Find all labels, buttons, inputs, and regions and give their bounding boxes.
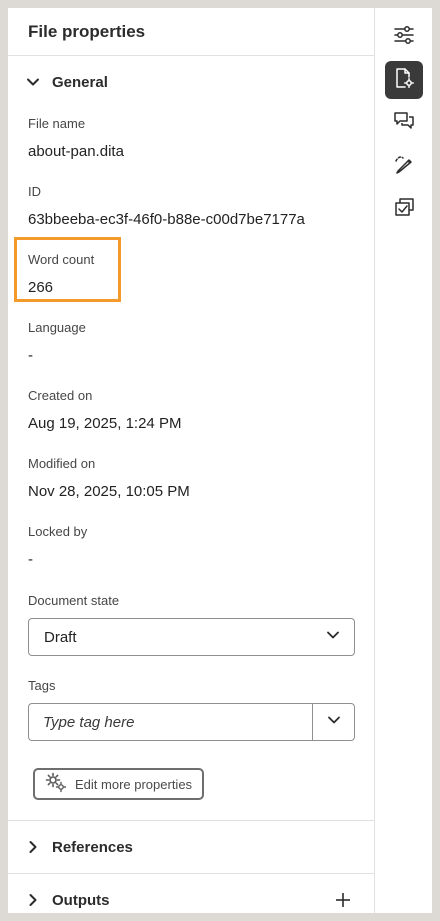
comments-button[interactable] (385, 104, 423, 142)
field-word-count: Word count 266 (28, 251, 354, 298)
modified-on-label: Modified on (28, 456, 96, 471)
word-count-value: 266 (28, 279, 54, 296)
field-language: Language - (28, 319, 354, 366)
settings-sliders-icon (393, 24, 415, 51)
file-properties-icon (393, 67, 415, 94)
general-section-body: File name about-pan.dita ID 63bbeeba-ec3… (8, 115, 374, 800)
field-file-name: File name about-pan.dita (28, 115, 354, 162)
locked-by-label: Locked by (28, 524, 88, 539)
field-modified-on: Modified on Nov 28, 2025, 10:05 PM (28, 455, 354, 502)
tags-dropdown-button[interactable] (312, 704, 354, 740)
field-created-on: Created on Aug 19, 2025, 1:24 PM (28, 387, 354, 434)
language-value: - (28, 347, 33, 364)
versions-check-icon (393, 196, 415, 223)
settings-sliders-button[interactable] (385, 18, 423, 56)
field-id: ID 63bbeeba-ec3f-46f0-b88e-c00d7be7177a (28, 183, 354, 230)
section-references-toggle[interactable]: References (8, 821, 374, 873)
section-general-toggle[interactable]: General (8, 56, 374, 108)
chevron-down-icon (26, 75, 40, 89)
gears-icon (45, 771, 67, 798)
tags-label: Tags (28, 678, 56, 693)
locked-by-value: - (28, 551, 33, 568)
modified-on-value: Nov 28, 2025, 10:05 PM (28, 483, 190, 500)
document-state-select[interactable]: Draft (28, 618, 355, 656)
panel-title: File properties (28, 21, 146, 41)
tags-input[interactable] (29, 704, 312, 740)
field-locked-by: Locked by - (28, 523, 354, 570)
file-properties-panel: File properties General File name about-… (8, 8, 375, 913)
section-outputs-label: Outputs (52, 891, 110, 909)
add-output-icon[interactable] (334, 891, 352, 909)
document-state-value: Draft (44, 628, 77, 646)
edit-more-properties-button[interactable]: Edit more properties (33, 768, 204, 800)
edit-more-properties-label: Edit more properties (75, 776, 193, 792)
id-value: 63bbeeba-ec3f-46f0-b88e-c00d7be7177a (28, 211, 305, 228)
versions-check-button[interactable] (385, 190, 423, 228)
review-pen-button[interactable] (385, 147, 423, 185)
chevron-down-icon (327, 713, 341, 732)
created-on-value: Aug 19, 2025, 1:24 PM (28, 415, 182, 432)
comments-icon (393, 110, 415, 137)
word-count-label: Word count (28, 252, 95, 267)
language-label: Language (28, 320, 86, 335)
right-tool-rail (375, 8, 432, 913)
section-outputs-toggle[interactable]: Outputs (8, 874, 374, 913)
section-references-label: References (52, 838, 133, 856)
field-tags: Tags (28, 677, 355, 741)
review-pen-icon (393, 153, 415, 180)
chevron-right-icon (26, 893, 40, 907)
tags-combobox (28, 703, 355, 741)
section-general-label: General (52, 73, 108, 91)
chevron-right-icon (26, 840, 40, 854)
file-name-value: about-pan.dita (28, 143, 124, 160)
file-name-label: File name (28, 116, 86, 131)
field-document-state: Document state Draft (28, 592, 355, 656)
panel-header: File properties (8, 8, 374, 56)
created-on-label: Created on (28, 388, 93, 403)
document-state-label: Document state (28, 593, 120, 608)
id-label: ID (28, 184, 41, 199)
chevron-down-icon (326, 628, 340, 647)
file-properties-button[interactable] (385, 61, 423, 99)
